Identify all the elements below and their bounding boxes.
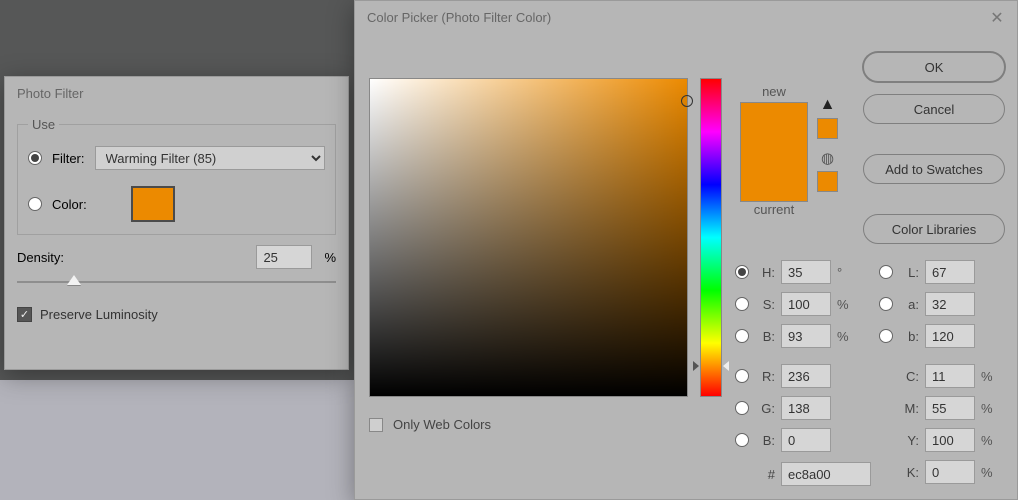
blab-radio[interactable] [879, 329, 893, 343]
g-radio[interactable] [735, 401, 749, 415]
close-icon[interactable]: ✕ [989, 10, 1005, 26]
add-to-swatches-button[interactable]: Add to Swatches [863, 154, 1005, 184]
g-input[interactable] [781, 396, 831, 420]
hue-arrow-right-icon [723, 361, 729, 371]
filter-radio[interactable] [28, 151, 42, 165]
k-input[interactable] [925, 460, 975, 484]
k-unit: % [981, 465, 995, 480]
density-input[interactable] [256, 245, 312, 269]
r-input[interactable] [781, 364, 831, 388]
color-libraries-button[interactable]: Color Libraries [863, 214, 1005, 244]
l-radio[interactable] [879, 265, 893, 279]
l-label: L: [899, 265, 919, 280]
s-unit: % [837, 297, 851, 312]
saturation-value-field[interactable] [369, 78, 688, 397]
r-label: R: [755, 369, 775, 384]
bhsb-label: B: [755, 329, 775, 344]
h-label: H: [755, 265, 775, 280]
bhsb-radio[interactable] [735, 329, 749, 343]
s-label: S: [755, 297, 775, 312]
hue-slider[interactable] [700, 78, 722, 397]
only-web-colors-checkbox[interactable] [369, 418, 383, 432]
density-label: Density: [17, 250, 64, 265]
y-label: Y: [899, 433, 919, 448]
gamut-swatch[interactable] [817, 118, 838, 139]
m-label: M: [899, 401, 919, 416]
brgb-input[interactable] [781, 428, 831, 452]
g-label: G: [755, 401, 775, 416]
color-swatch[interactable] [131, 186, 175, 222]
blab-label: b: [899, 329, 919, 344]
websafe-swatch[interactable] [817, 171, 838, 192]
use-fieldset: Use Filter: Warming Filter (85) Color: [17, 117, 336, 235]
filter-label: Filter: [52, 151, 85, 166]
brgb-radio[interactable] [735, 433, 749, 447]
preserve-luminosity-checkbox[interactable]: ✓ [17, 307, 32, 322]
color-picker-dialog: Color Picker (Photo Filter Color) ✕ new … [354, 0, 1018, 500]
preserve-luminosity-label: Preserve Luminosity [40, 307, 158, 322]
c-unit: % [981, 369, 995, 384]
hex-label: # [755, 467, 775, 482]
a-input[interactable] [925, 292, 975, 316]
only-web-colors-label: Only Web Colors [393, 417, 491, 432]
s-input[interactable] [781, 292, 831, 316]
new-label: new [740, 84, 808, 99]
density-unit: % [324, 250, 336, 265]
bhsb-unit: % [837, 329, 851, 344]
c-input[interactable] [925, 364, 975, 388]
blab-input[interactable] [925, 324, 975, 348]
m-unit: % [981, 401, 995, 416]
new-color-swatch [741, 103, 807, 152]
color-label: Color: [52, 197, 87, 212]
color-preview: new current [740, 84, 808, 220]
sv-cursor-icon [681, 95, 693, 107]
r-radio[interactable] [735, 369, 749, 383]
current-color-swatch[interactable] [741, 152, 807, 201]
brgb-label: B: [755, 433, 775, 448]
color-radio[interactable] [28, 197, 42, 211]
color-picker-title: Color Picker (Photo Filter Color) [367, 10, 551, 25]
y-unit: % [981, 433, 995, 448]
use-legend: Use [28, 117, 59, 132]
l-input[interactable] [925, 260, 975, 284]
h-radio[interactable] [735, 265, 749, 279]
k-label: K: [899, 465, 919, 480]
density-slider[interactable] [17, 275, 336, 289]
bhsb-input[interactable] [781, 324, 831, 348]
c-label: C: [899, 369, 919, 384]
websafe-warning-icon[interactable]: ◍ [821, 149, 834, 167]
a-radio[interactable] [879, 297, 893, 311]
y-input[interactable] [925, 428, 975, 452]
h-unit: ° [837, 265, 851, 280]
a-label: a: [899, 297, 919, 312]
photo-filter-title: Photo Filter [5, 77, 348, 109]
gamut-warning-icon[interactable]: ▲ [820, 96, 836, 114]
m-input[interactable] [925, 396, 975, 420]
hex-input[interactable] [781, 462, 871, 486]
s-radio[interactable] [735, 297, 749, 311]
hue-arrow-left-icon [693, 361, 699, 371]
ok-button[interactable]: OK [863, 52, 1005, 82]
cancel-button[interactable]: Cancel [863, 94, 1005, 124]
current-label: current [740, 202, 808, 217]
filter-select[interactable]: Warming Filter (85) [95, 146, 326, 170]
photo-filter-dialog: Photo Filter Use Filter: Warming Filter … [4, 76, 349, 370]
h-input[interactable] [781, 260, 831, 284]
